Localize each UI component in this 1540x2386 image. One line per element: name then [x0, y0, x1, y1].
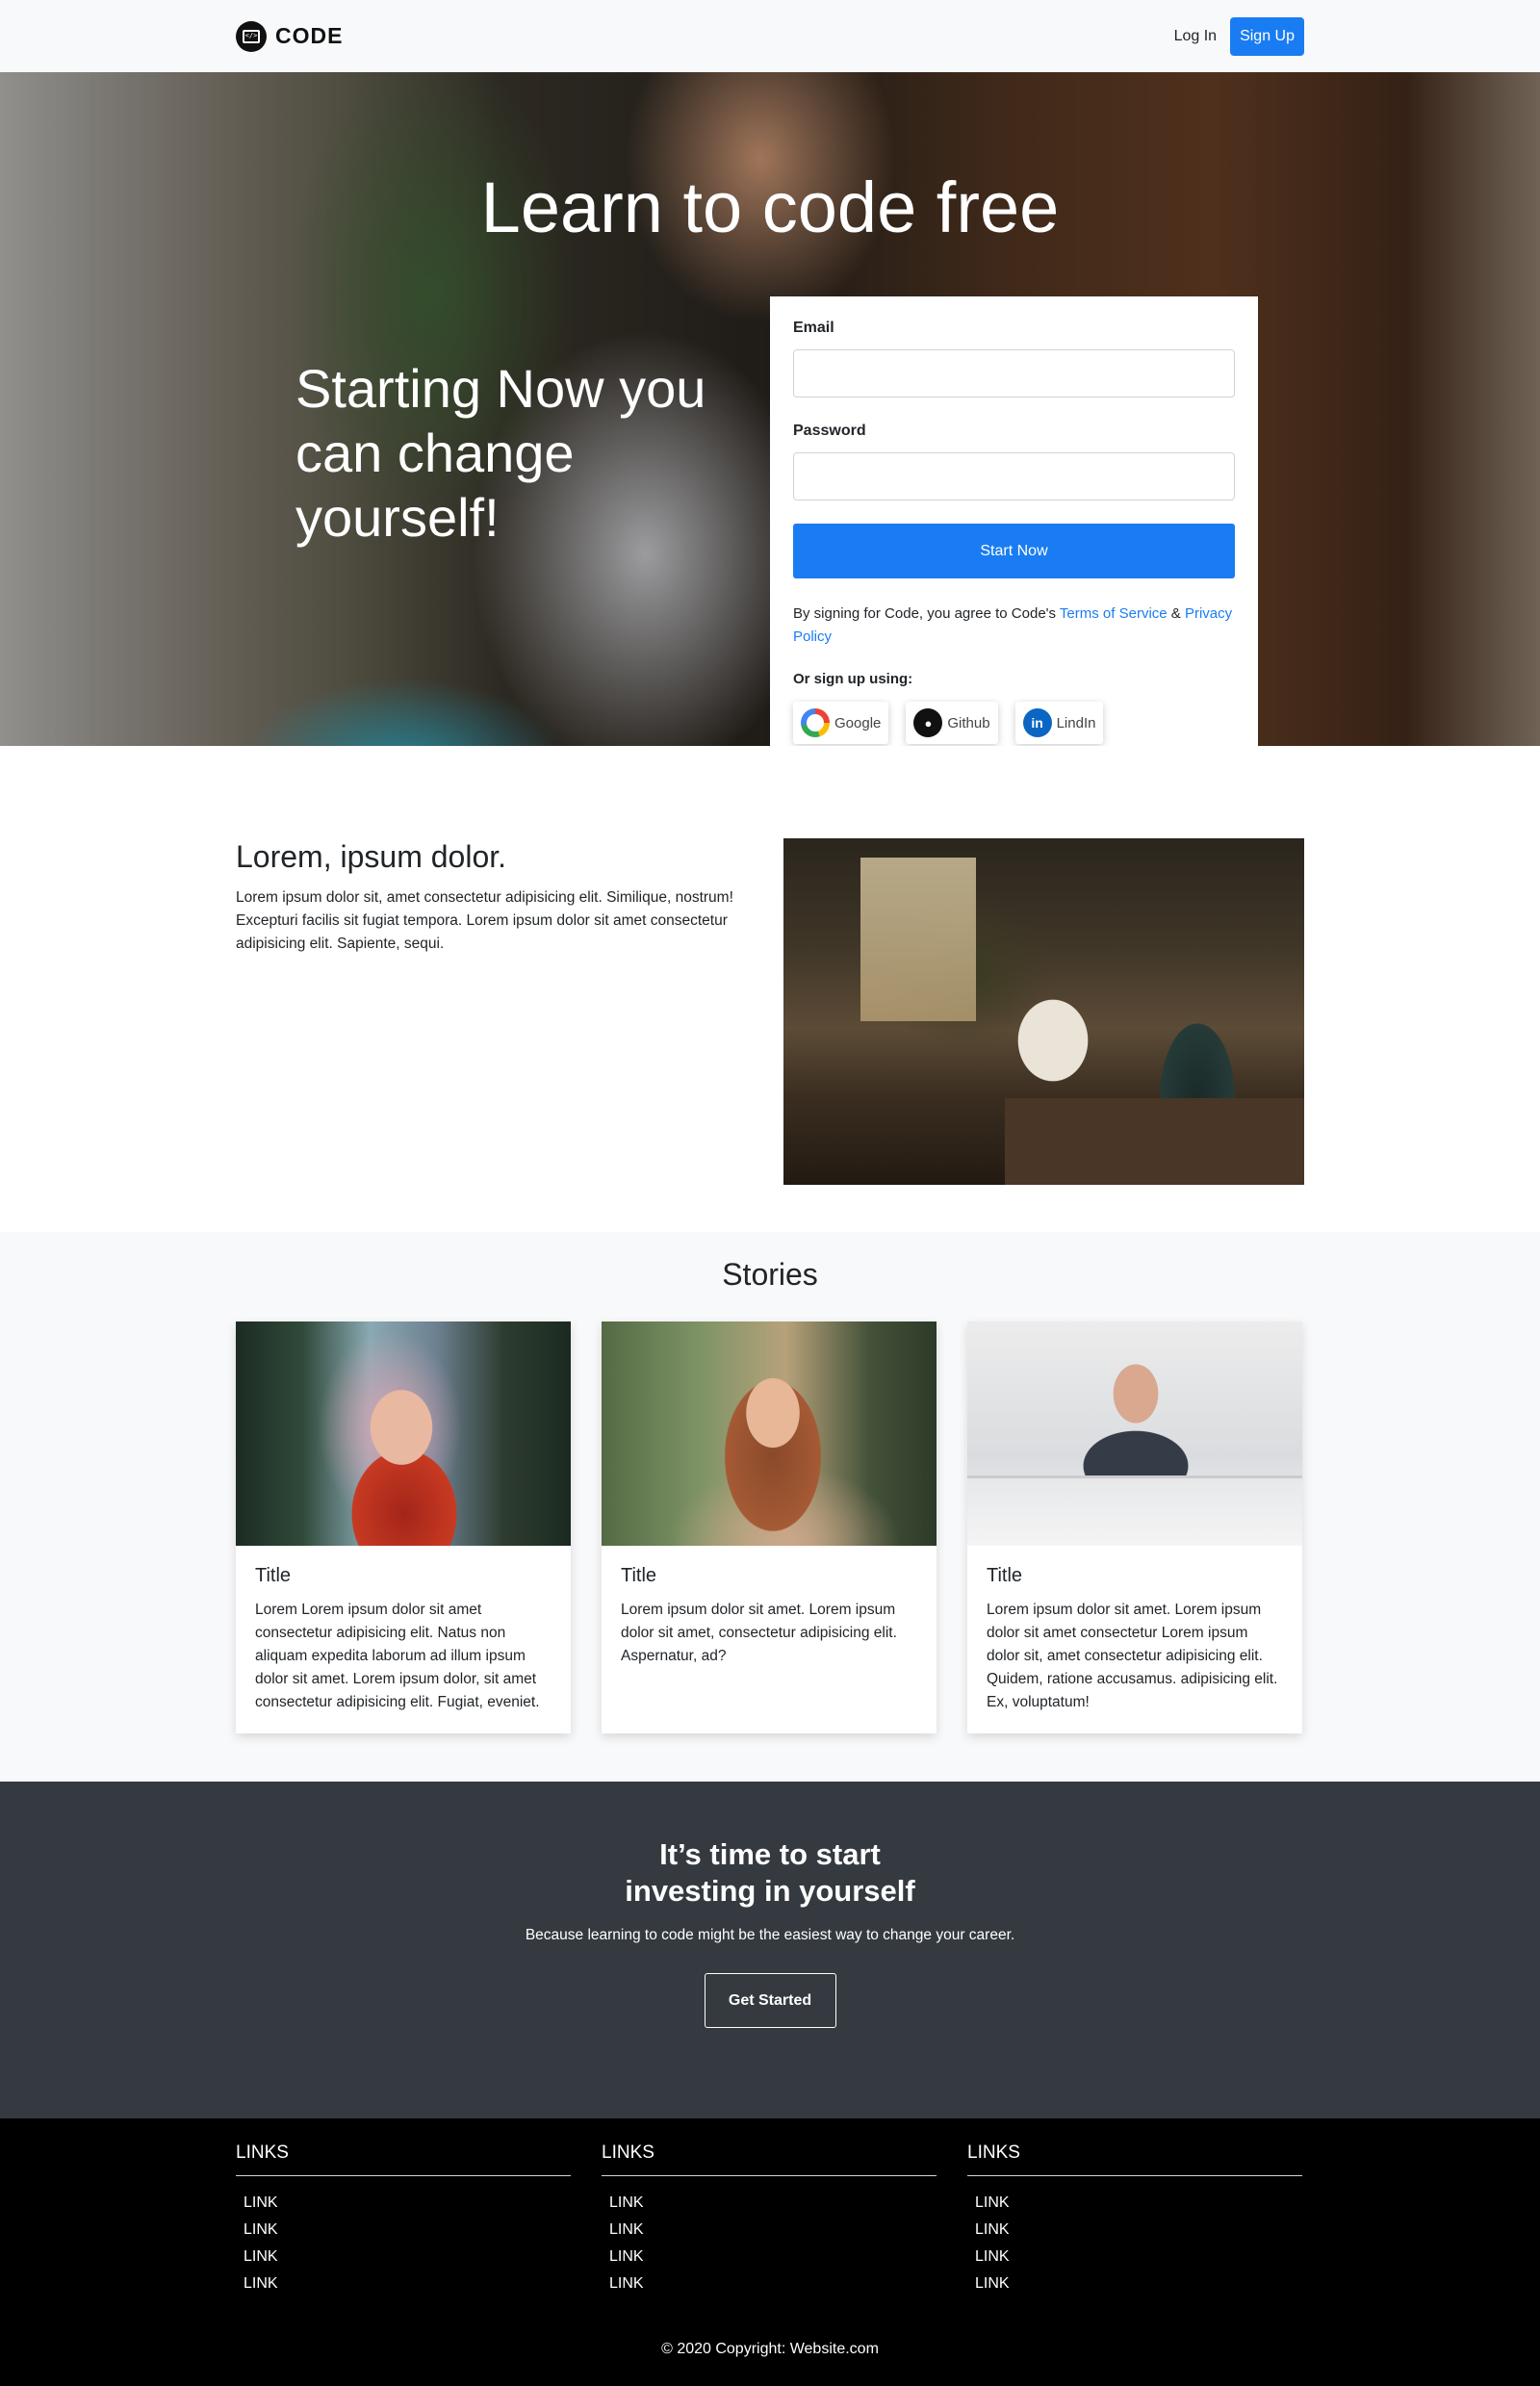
stories-title: Stories [722, 1257, 818, 1292]
footer-link[interactable]: LINK [602, 2217, 937, 2244]
email-field[interactable] [793, 349, 1235, 398]
google-icon [801, 708, 830, 737]
copyright-text: © 2020 Copyright: Website.com [661, 2341, 879, 2357]
nav-actions: Log In Sign Up [1172, 16, 1304, 56]
terms-of-service-link[interactable]: Terms of Service [1060, 605, 1168, 622]
signup-form: Email Password Start Now By signing for … [770, 296, 1258, 746]
hero-subtitle: Starting Now you can change yourself! [295, 358, 706, 548]
footer-link[interactable]: LINK [602, 2190, 937, 2217]
footer-link[interactable]: LINK [602, 2271, 937, 2297]
about-image-desk [1005, 1098, 1304, 1185]
about-image-window [860, 858, 976, 1021]
hero-section: Learn to code free Starting Now you can … [0, 72, 1540, 746]
brand-name: CODE [275, 23, 344, 48]
story-card-title: Title [621, 1565, 657, 1586]
footer-link[interactable]: LINK [602, 2244, 937, 2271]
start-now-button[interactable]: Start Now [793, 524, 1235, 578]
cta-title-line1: It’s time to start [659, 1837, 881, 1871]
password-label: Password [793, 423, 866, 439]
hero-title: Learn to code free [480, 167, 1060, 247]
story-card[interactable]: Title Lorem ipsum dolor sit amet. Lorem … [602, 1321, 937, 1733]
footer-link[interactable]: LINK [236, 2190, 571, 2217]
story-card-text: Lorem Lorem ipsum dolor sit amet consect… [255, 1602, 540, 1710]
footer-link[interactable]: LINK [967, 2271, 1302, 2297]
linkedin-icon: in [1022, 708, 1052, 737]
story-card[interactable]: Title Lorem ipsum dolor sit amet. Lorem … [967, 1321, 1302, 1733]
linkedin-label: LindIn [1056, 714, 1096, 731]
cta-subtitle: Because learning to code might be the ea… [525, 1927, 1015, 1943]
social-buttons: Google ● Github in LindIn [793, 702, 1235, 744]
cta-section: It’s time to start investing in yourself… [0, 1782, 1540, 2118]
about-section: Lorem, ipsum dolor. Lorem ipsum dolor si… [0, 746, 1540, 1232]
get-started-button[interactable]: Get Started [704, 1973, 836, 2028]
footer-columns: LINKS LINK LINK LINK LINK LINKS LINK LIN… [236, 2142, 1304, 2297]
story-card-text: Lorem ipsum dolor sit amet. Lorem ipsum … [987, 1602, 1278, 1710]
footer-column-title: LINKS [602, 2142, 937, 2176]
google-signup-button[interactable]: Google [793, 702, 889, 744]
footer-column: LINKS LINK LINK LINK LINK [602, 2142, 937, 2297]
footer: LINKS LINK LINK LINK LINK LINKS LINK LIN… [0, 2118, 1540, 2386]
cta-title-line2: investing in yourself [625, 1874, 915, 1908]
story-card-image [602, 1321, 937, 1546]
footer-link[interactable]: LINK [236, 2271, 571, 2297]
footer-column-title: LINKS [236, 2142, 571, 2176]
top-navbar: </> CODE Log In Sign Up [0, 0, 1540, 72]
footer-link[interactable]: LINK [236, 2244, 571, 2271]
terms-text: By signing for Code, you agree to Code's… [793, 603, 1235, 649]
stories-section: Stories Title Lorem Lorem ipsum dolor si… [0, 1232, 1540, 1782]
story-card-title: Title [255, 1565, 292, 1586]
about-text: Lorem, ipsum dolor. Lorem ipsum dolor si… [236, 838, 756, 1185]
footer-link[interactable]: LINK [967, 2244, 1302, 2271]
footer-link[interactable]: LINK [236, 2217, 571, 2244]
footer-column-title: LINKS [967, 2142, 1302, 2176]
about-body: Lorem ipsum dolor sit, amet consectetur … [236, 889, 733, 952]
github-label: Github [947, 714, 990, 731]
social-signup-label: Or sign up using: [793, 671, 913, 687]
footer-link[interactable]: LINK [967, 2190, 1302, 2217]
story-card-text: Lorem ipsum dolor sit amet. Lorem ipsum … [621, 1602, 897, 1664]
story-card-image [236, 1321, 571, 1546]
email-label: Email [793, 320, 834, 336]
cta-title: It’s time to start investing in yourself [0, 1836, 1540, 1910]
story-card[interactable]: Title Lorem Lorem ipsum dolor sit amet c… [236, 1321, 571, 1733]
google-label: Google [834, 714, 882, 731]
code-screen-icon: </> [236, 20, 267, 52]
linkedin-signup-button[interactable]: in LindIn [1014, 702, 1104, 744]
signup-button[interactable]: Sign Up [1230, 16, 1304, 56]
story-card-title: Title [987, 1565, 1023, 1586]
github-signup-button[interactable]: ● Github [906, 702, 998, 744]
footer-column: LINKS LINK LINK LINK LINK [236, 2142, 571, 2297]
password-field[interactable] [793, 452, 1235, 500]
login-link[interactable]: Log In [1172, 20, 1219, 53]
footer-column: LINKS LINK LINK LINK LINK [967, 2142, 1302, 2297]
terms-amp: & [1167, 605, 1185, 622]
about-heading: Lorem, ipsum dolor. [236, 839, 507, 874]
story-cards: Title Lorem Lorem ipsum dolor sit amet c… [236, 1321, 1304, 1733]
brand-link[interactable]: </> CODE [236, 20, 344, 52]
github-icon: ● [913, 708, 943, 737]
story-card-image [967, 1321, 1302, 1546]
terms-prefix: By signing for Code, you agree to Code's [793, 605, 1060, 622]
footer-link[interactable]: LINK [967, 2217, 1302, 2244]
about-image [783, 838, 1304, 1185]
